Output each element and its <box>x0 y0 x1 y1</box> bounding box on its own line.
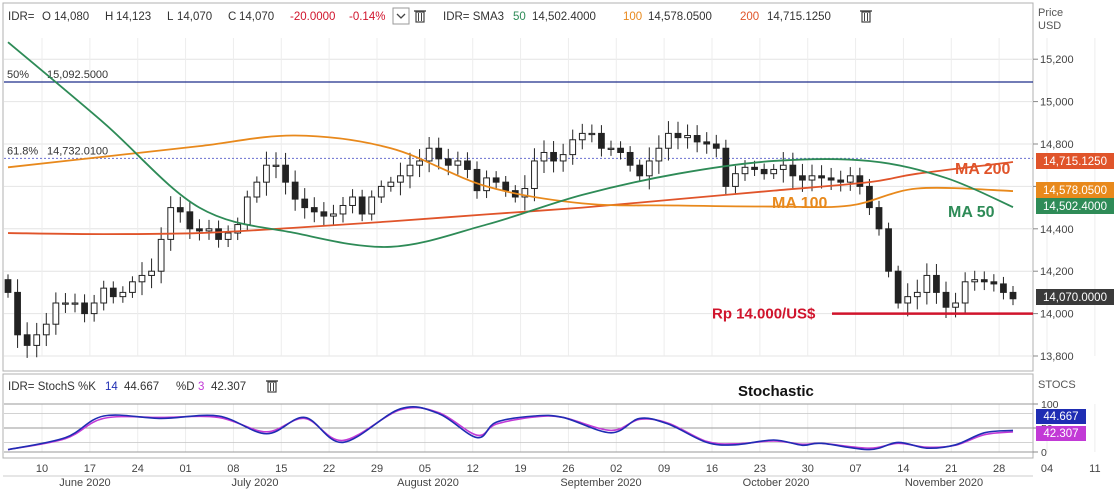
price-axis-unit: USD <box>1038 20 1061 32</box>
price-tick-label: 15,000 <box>1040 97 1074 109</box>
x-tick-label: 23 <box>754 463 766 475</box>
price-axis-title: Price <box>1038 7 1063 19</box>
x-tick-label: 10 <box>36 463 48 475</box>
x-tick-label: 29 <box>371 463 383 475</box>
ma50-annotation: MA 50 <box>948 204 995 221</box>
price-tick-label: 14,400 <box>1040 224 1074 236</box>
x-tick-label: 11 <box>1089 463 1100 475</box>
x-tick-label: 19 <box>514 463 526 475</box>
month-label: August 2020 <box>397 477 459 489</box>
x-tick-label: 17 <box>84 463 96 475</box>
legend-sma-p1: 50 <box>513 11 526 23</box>
stoch-title: Stochastic <box>738 383 814 400</box>
legend-symbol: IDR= <box>8 11 35 23</box>
legend-h-value: 14,123 <box>116 11 151 23</box>
chart-root: 50% 15,092.5000 61.8% 14,732.0100 Rp 14.… <box>0 0 1116 490</box>
legend-l-label: L <box>167 11 174 23</box>
stoch-legend-title: IDR= StochS %K <box>8 381 96 393</box>
legend-dropdown-button[interactable] <box>392 7 410 25</box>
stoch-legend-k-value: 44.667 <box>124 381 159 393</box>
price-panel-frame <box>2 2 1034 372</box>
stoch-legend-d-period: 3 <box>198 381 204 393</box>
badge-last-price: 14,070.0000 <box>1036 289 1114 305</box>
svg-text:42.307: 42.307 <box>1043 428 1078 440</box>
stoch-legend: IDR= StochS %K 14 44.667 %D 3 42.307 <box>8 380 278 393</box>
legend-sma-v1: 14,502.4000 <box>532 11 596 23</box>
month-label: October 2020 <box>743 477 810 489</box>
x-tick-label: 14 <box>897 463 909 475</box>
x-tick-label: 05 <box>419 463 431 475</box>
stoch-legend-d-value: 42.307 <box>211 381 246 393</box>
legend-sma-v3: 14,715.1250 <box>767 11 831 23</box>
badge-stoch-d: 42.307 <box>1036 426 1086 441</box>
candle <box>722 139 730 195</box>
legend-sma-v2: 14,578.0500 <box>648 11 712 23</box>
ma200-annotation: MA 200 <box>955 161 1011 178</box>
x-tick-label: 07 <box>849 463 861 475</box>
svg-text:14,578.0500: 14,578.0500 <box>1043 185 1107 197</box>
legend-sma-p3: 200 <box>740 11 759 23</box>
svg-text:14,070.0000: 14,070.0000 <box>1043 292 1107 304</box>
x-tick-label: 04 <box>1041 463 1053 475</box>
badge-ma200: 14,715.1250 <box>1036 153 1114 169</box>
x-tick-label: 15 <box>275 463 287 475</box>
legend-sma-label: IDR= SMA3 <box>443 11 504 23</box>
price-tick-label: 14,000 <box>1040 309 1074 321</box>
month-label: November 2020 <box>905 477 983 489</box>
fib-618-value: 14,732.0100 <box>47 145 108 157</box>
stoch-axis-title: STOCS <box>1038 379 1076 391</box>
candle <box>885 222 892 278</box>
price-tick-label: 14,800 <box>1040 139 1074 151</box>
fib-50-label: 50% <box>7 69 29 81</box>
price-tick-label: 15,200 <box>1040 54 1074 66</box>
candle <box>894 265 902 309</box>
legend-c-label: C <box>228 11 236 23</box>
legend-sma-p2: 100 <box>623 11 642 23</box>
price-tick-label: 14,200 <box>1040 266 1074 278</box>
month-label: July 2020 <box>231 477 278 489</box>
legend-c-value: 14,070 <box>239 11 274 23</box>
x-tick-label: 12 <box>467 463 479 475</box>
support-label: Rp 14.000/US$ <box>712 306 816 323</box>
legend-o-value: 14,080 <box>54 11 89 23</box>
price-tick-label: 13,800 <box>1040 351 1074 363</box>
badge-ma50: 14,502.4000 <box>1036 198 1114 214</box>
month-label: September 2020 <box>560 477 641 489</box>
ma100-annotation: MA 100 <box>772 195 828 212</box>
svg-text:44.667: 44.667 <box>1043 411 1078 423</box>
legend-h-label: H <box>105 11 113 23</box>
x-tick-label: 22 <box>323 463 335 475</box>
svg-text:14,502.4000: 14,502.4000 <box>1043 201 1107 213</box>
x-tick-label: 24 <box>132 463 144 475</box>
x-tick-label: 21 <box>945 463 957 475</box>
fib-50-value: 15,092.5000 <box>47 69 108 81</box>
x-tick-label: 30 <box>802 463 814 475</box>
x-tick-label: 02 <box>610 463 622 475</box>
svg-text:14,715.1250: 14,715.1250 <box>1043 156 1107 168</box>
badge-stoch-k: 44.667 <box>1036 409 1086 424</box>
legend-o-label: O <box>42 11 51 23</box>
legend-change-pct: -0.14% <box>349 11 385 23</box>
stoch-legend-d-label: %D <box>176 381 195 393</box>
stoch-tick-label: 0 <box>1041 447 1047 459</box>
stoch-legend-k-period: 14 <box>105 381 118 393</box>
x-tick-label: 08 <box>227 463 239 475</box>
chart-svg: 50% 15,092.5000 61.8% 14,732.0100 Rp 14.… <box>0 0 1116 490</box>
month-label: June 2020 <box>59 477 110 489</box>
fib-618-label: 61.8% <box>7 145 38 157</box>
legend-l-value: 14,070 <box>177 11 212 23</box>
x-tick-label: 09 <box>658 463 670 475</box>
x-tick-label: 01 <box>179 463 191 475</box>
x-tick-label: 16 <box>706 463 718 475</box>
badge-ma100: 14,578.0500 <box>1036 182 1114 198</box>
x-tick-label: 28 <box>993 463 1005 475</box>
legend-change: -20.0000 <box>290 11 335 23</box>
x-tick-label: 26 <box>562 463 574 475</box>
